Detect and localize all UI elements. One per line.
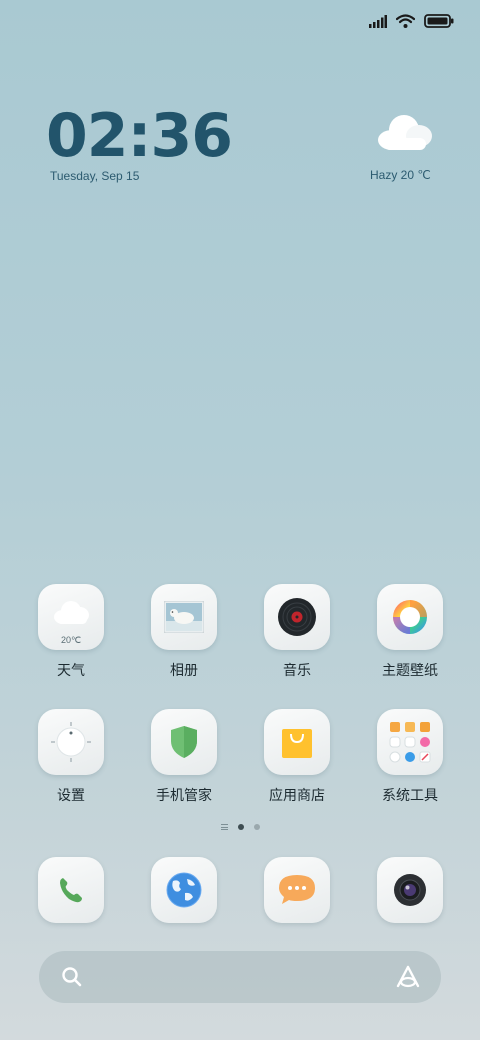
wifi-icon [396, 14, 415, 28]
app-music[interactable]: 音乐 [247, 584, 347, 680]
chat-bubble-icon [264, 857, 330, 923]
theme-color-wheel-icon [377, 584, 443, 650]
page-dot-active[interactable] [237, 824, 244, 830]
dock-messages[interactable] [247, 857, 347, 923]
settings-dial-icon [38, 709, 104, 775]
weather-app-temp: 20℃ [60, 635, 82, 645]
app-store[interactable]: 应用商店 [247, 709, 347, 805]
app-themes[interactable]: 主题壁纸 [360, 584, 460, 680]
phone-handset-icon [38, 857, 104, 923]
app-label: 系统工具 [382, 788, 438, 804]
app-label: 天气 [57, 663, 85, 679]
page-indicator[interactable] [0, 824, 480, 830]
app-settings[interactable]: 设置 [21, 709, 121, 805]
camera-lens-icon [377, 857, 443, 923]
signal-bars-icon [369, 14, 387, 28]
page-dot[interactable] [253, 824, 260, 830]
clock-date: Tuesday, Sep 15 [50, 169, 140, 183]
dock-camera[interactable] [360, 857, 460, 923]
vinyl-record-icon [264, 584, 330, 650]
dock-browser[interactable] [134, 857, 234, 923]
cloud-icon[interactable] [374, 112, 436, 158]
dock-phone[interactable] [21, 857, 121, 923]
app-label: 相册 [170, 663, 198, 679]
clock-time[interactable]: 02:36 [46, 106, 233, 166]
search-input[interactable] [95, 963, 375, 991]
app-label: 应用商店 [269, 788, 325, 804]
app-gallery[interactable]: 相册 [134, 584, 234, 680]
assistant-icon[interactable] [395, 965, 421, 993]
weather-summary: Hazy 20 ℃ [370, 168, 431, 182]
search-bar[interactable] [39, 951, 441, 1003]
gallery-photo-icon [151, 584, 217, 650]
app-phone-manager[interactable]: 手机管家 [134, 709, 234, 805]
status-bar [369, 12, 454, 30]
drawer-lines-icon[interactable] [220, 824, 228, 830]
shield-icon [151, 709, 217, 775]
battery-full-icon [424, 14, 454, 28]
search-icon[interactable] [61, 966, 83, 992]
app-weather[interactable]: 20℃ 天气 [21, 584, 121, 680]
app-label: 手机管家 [156, 788, 212, 804]
weather-cloud-icon: 20℃ [38, 584, 104, 650]
app-label: 设置 [57, 788, 85, 804]
app-folder-icon [377, 709, 443, 775]
app-label: 音乐 [283, 663, 311, 679]
app-folder-system-tools[interactable]: 系统工具 [360, 709, 460, 805]
app-label: 主题壁纸 [382, 663, 438, 679]
shopping-bag-icon [264, 709, 330, 775]
globe-icon [151, 857, 217, 923]
